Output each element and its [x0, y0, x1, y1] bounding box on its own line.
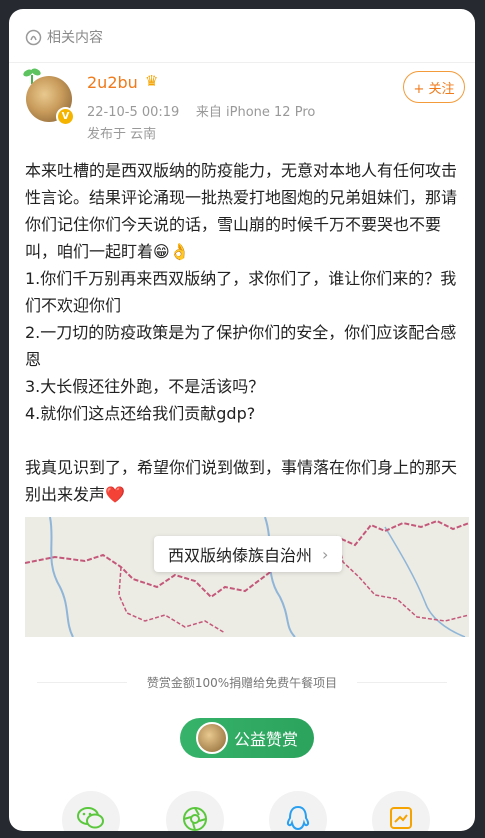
map-location-pill[interactable]: 西双版纳傣族自治州 › — [154, 536, 343, 572]
qzone-icon — [390, 807, 412, 829]
map-graphic — [25, 517, 469, 637]
author-name[interactable]: 2u2bu — [87, 73, 138, 92]
follow-button[interactable]: + 关注 — [403, 71, 465, 103]
map-location-label: 西双版纳傣族自治州 — [168, 546, 313, 565]
chevron-right-icon: › — [322, 544, 329, 564]
share-row — [9, 791, 475, 831]
share-qzone-button[interactable] — [372, 791, 430, 831]
verified-badge: V — [56, 107, 75, 126]
moments-icon — [183, 807, 207, 831]
related-icon — [25, 29, 42, 45]
share-moments-button[interactable] — [166, 791, 224, 831]
share-wechat-button[interactable] — [62, 791, 120, 831]
qq-icon — [286, 805, 310, 831]
donation-note: 赞赏金额100%捐赠给免费午餐项目 — [146, 676, 338, 690]
location-map[interactable]: 西双版纳傣族自治州 › — [25, 517, 469, 637]
header-divider — [9, 62, 475, 63]
charity-reward-button[interactable]: 公益赞赏 — [180, 718, 314, 758]
charity-reward-label: 公益赞赏 — [233, 730, 298, 749]
crown-icon: ♛ — [145, 72, 159, 90]
related-content-label: 相关内容 — [47, 30, 103, 46]
share-qq-button[interactable] — [269, 791, 327, 831]
post-meta: 22-10-5 00:19 来自 iPhone 12 Pro — [87, 101, 315, 120]
post-card: 相关内容 V 2u2bu ♛ 22-10-5 00:19 来自 iPhone 1… — [9, 9, 475, 831]
related-content-header: 相关内容 — [25, 23, 103, 51]
post-location: 发布于 云南 — [87, 127, 157, 142]
wechat-icon — [77, 807, 104, 829]
post-source: 来自 iPhone 12 Pro — [195, 105, 316, 120]
reward-avatar — [195, 722, 228, 754]
post-time: 22-10-5 00:19 — [87, 105, 180, 120]
post-text: 本来吐槽的是西双版纳的防疫能力，无意对本地人有任何攻击性言论。结果评论涌现一批热… — [25, 161, 458, 504]
